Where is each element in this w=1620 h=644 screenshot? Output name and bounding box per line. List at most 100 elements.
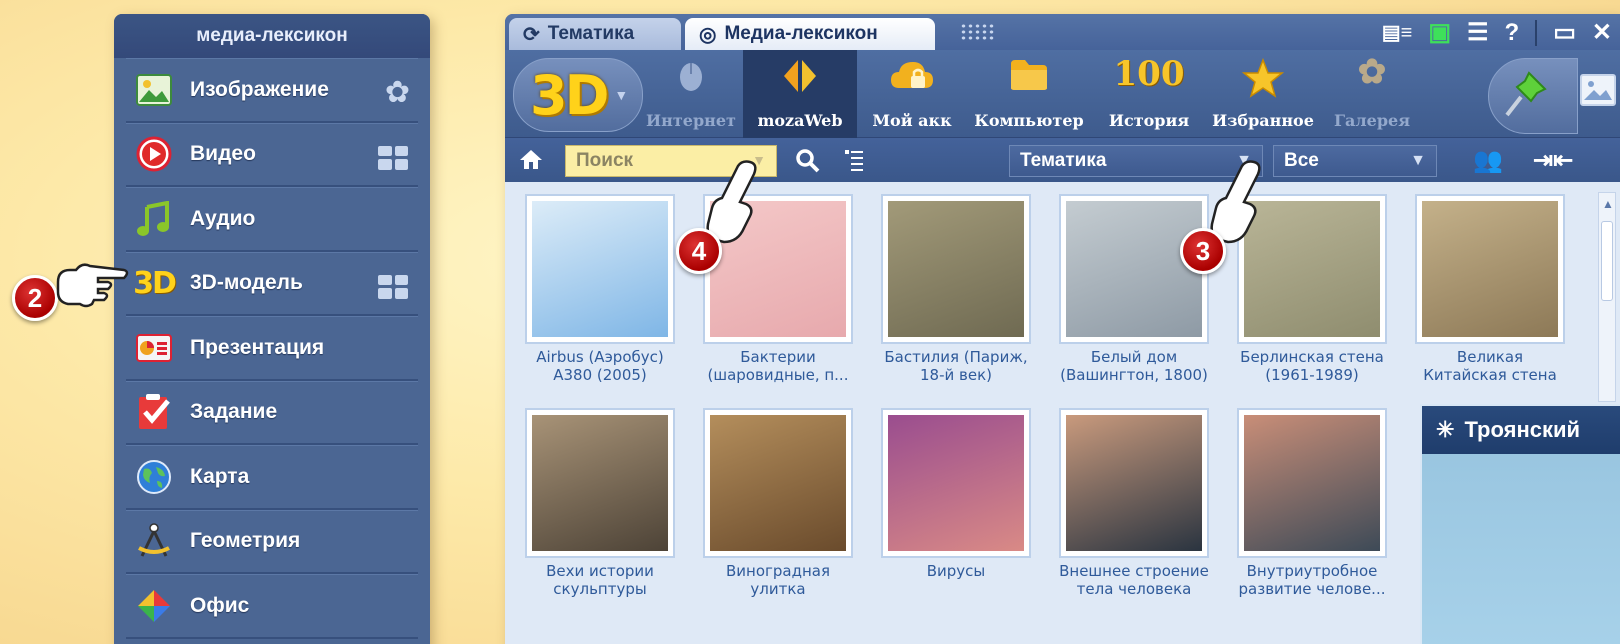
popup-header: ✳ Троянский [1422, 406, 1620, 454]
pin-button[interactable] [1488, 58, 1578, 134]
menu-item-label: Геометрия [190, 529, 301, 553]
users-group-icon[interactable]: 👥 [1473, 146, 1503, 175]
caption-line: A380 (2005) [553, 366, 647, 384]
toolbar-label: Мой акк [872, 111, 952, 130]
close-icon[interactable]: ✕ [1592, 18, 1612, 47]
toolbar-mozaweb-button[interactable]: mozaWeb [743, 50, 857, 138]
thumbnail-frame[interactable] [881, 194, 1031, 344]
thumbnail-caption: Бастилия (Париж, 18-й век) [881, 348, 1031, 384]
thumbnail-image[interactable] [532, 415, 668, 551]
thumbnail-image[interactable] [710, 415, 846, 551]
caption-line: (шаровидные, п... [707, 366, 849, 384]
thumbnail-item[interactable]: Вехи истории скульптуры [525, 408, 675, 598]
image-view-icon[interactable] [1580, 74, 1616, 106]
3d-logo-button[interactable]: 3D ▼ [513, 58, 643, 132]
toolbar-history-button[interactable]: 100 История [1099, 50, 1199, 138]
slideshow-arrows-icon[interactable]: ⇥⇤ [1533, 146, 1573, 175]
toolbar-label: Избранное [1212, 111, 1314, 130]
thumbnail-item[interactable]: Внутриутробное развитие челове... [1237, 408, 1387, 598]
thumbnail-frame[interactable] [881, 408, 1031, 558]
thumbnail-image[interactable] [1422, 201, 1558, 337]
thumbnail-item[interactable]: Внешнее строение тела человека [1059, 408, 1209, 598]
compass-icon [132, 521, 176, 561]
thumbnail-image[interactable] [532, 201, 668, 337]
toolbar-gallery-button[interactable]: ✿ Галерея [1327, 50, 1417, 138]
filter-select[interactable]: Все ▼ [1273, 145, 1437, 177]
thumbnail-item[interactable]: Великая Китайская стена [1415, 194, 1565, 384]
toolbar-label: Компьютер [974, 111, 1084, 130]
menu-item-image[interactable]: Изображение ✿ [126, 58, 418, 123]
thumbnail-grid: Airbus (Аэробус) A380 (2005) Бактерии (шаро… [505, 182, 1620, 644]
search-icon[interactable] [795, 148, 821, 174]
thumbnail-frame[interactable] [703, 408, 853, 558]
caption-line: Китайская стена [1423, 366, 1557, 384]
thumbnail-item[interactable]: Бастилия (Париж, 18-й век) [881, 194, 1031, 384]
thumbnail-frame[interactable] [525, 408, 675, 558]
caption-line: развитие челове... [1238, 580, 1386, 598]
step-badge-3: 3 [1180, 228, 1226, 274]
toolbar-computer-button[interactable]: Компьютер [965, 50, 1093, 138]
menu-item-presentation[interactable]: Презентация [126, 316, 418, 381]
green-square-icon[interactable]: ▣ [1428, 18, 1451, 47]
3d-icon: 3D [133, 265, 177, 301]
thumbnail-frame[interactable] [525, 194, 675, 344]
media-lexicon-icon: ◎ [699, 23, 717, 46]
thumbnail-image[interactable] [888, 201, 1024, 337]
toolbar-label: Галерея [1333, 111, 1411, 130]
topic-select-value: Тематика [1020, 150, 1107, 171]
menu-item-3d-model[interactable]: 3D 3D-модель [126, 251, 418, 316]
advanced-search-list-icon[interactable] [843, 148, 865, 172]
list-view-icon[interactable]: ☰ [1467, 18, 1489, 47]
tab-topics[interactable]: ⟳ Тематика [509, 18, 681, 50]
toolbar-my-account-button[interactable]: Мой акк [862, 50, 962, 138]
toolbar-internet-button[interactable]: Интернет [642, 50, 740, 138]
menu-item-office[interactable]: Офис [126, 574, 418, 639]
3d-logo-text: 3D [530, 63, 609, 127]
thumbnail-image[interactable] [888, 415, 1024, 551]
layout-list-icon[interactable]: ▤≡ [1382, 20, 1413, 45]
menu-item-label: Видео [190, 142, 256, 166]
thumbnail-item[interactable]: Белый дом (Вашингтон, 1800) [1059, 194, 1209, 384]
thumbnail-item[interactable]: Вирусы [881, 408, 1031, 580]
thumbnail-frame[interactable] [1059, 408, 1209, 558]
grid-icon[interactable] [378, 274, 408, 299]
step-badge-4: 4 [676, 228, 722, 274]
thumbnail-frame[interactable] [1237, 408, 1387, 558]
tab-media-lexicon[interactable]: ◎ Медиа-лексикон [685, 18, 935, 50]
loading-spinner-icon: ✳ [1436, 417, 1455, 442]
caption-line: (1961-1989) [1265, 366, 1359, 384]
toolbar-favorites-button[interactable]: Избранное [1205, 50, 1321, 138]
dots-grip-icon[interactable] [960, 23, 994, 41]
help-icon[interactable]: ? [1505, 19, 1520, 47]
menu-item-label: Карта [190, 464, 250, 488]
globe-icon [132, 457, 176, 497]
menu-item-audio[interactable]: Аудио [126, 187, 418, 252]
search-placeholder: Поиск [576, 150, 634, 171]
mozaweb-diamond-icon [784, 60, 816, 92]
caption-line: Внешнее строение [1059, 562, 1209, 580]
home-icon[interactable] [519, 148, 543, 170]
menu-item-label: Изображение [190, 77, 329, 101]
thumbnail-image[interactable] [1066, 201, 1202, 337]
grid-icon[interactable] [378, 145, 408, 170]
thumbnail-item[interactable]: Виноградная улитка [703, 408, 853, 598]
scrollbar-thumb[interactable] [1601, 221, 1613, 301]
thumbnail-frame[interactable] [1415, 194, 1565, 344]
menu-item-video[interactable]: Видео [126, 122, 418, 187]
flower-icon[interactable]: ✿ [385, 75, 410, 110]
popup-title: Троянский [1464, 417, 1581, 442]
menu-item-map[interactable]: Карта [126, 445, 418, 510]
thumbnail-image[interactable] [1244, 415, 1380, 551]
scroll-up-icon[interactable]: ▲ [1602, 197, 1614, 211]
thumbnail-image[interactable] [1066, 415, 1202, 551]
thumbnail-item[interactable]: Airbus (Аэробус) A380 (2005) [525, 194, 675, 384]
menu-item-geometry[interactable]: Геометрия [126, 509, 418, 574]
topics-icon: ⟳ [523, 23, 540, 46]
toolbar-label: История [1108, 111, 1190, 130]
menu-item-task[interactable]: Задание [126, 380, 418, 445]
caption-line: улитка [750, 580, 806, 598]
preview-popup[interactable]: ✳ Троянский [1420, 404, 1620, 644]
vertical-scrollbar[interactable]: ▲ [1598, 192, 1616, 402]
maximize-icon[interactable]: ▭ [1553, 18, 1576, 47]
thumbnail-frame[interactable] [1059, 194, 1209, 344]
